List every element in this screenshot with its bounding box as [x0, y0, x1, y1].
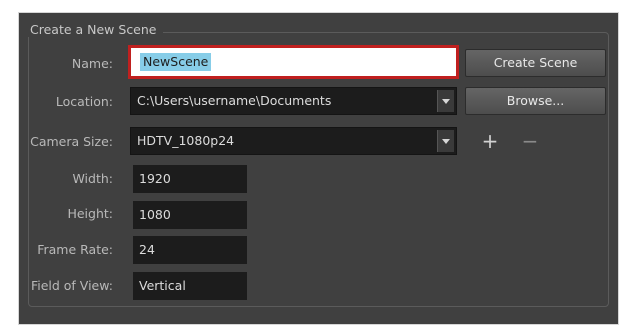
remove-camera-size-icon[interactable]: − — [520, 131, 540, 151]
field-of-view-field[interactable]: Vertical — [133, 272, 247, 300]
group-title: Create a New Scene — [24, 22, 163, 37]
name-field[interactable]: NewScene — [128, 45, 459, 79]
browse-button[interactable]: Browse... — [465, 87, 606, 115]
chevron-down-icon[interactable] — [437, 90, 454, 112]
height-field[interactable]: 1080 — [133, 201, 247, 229]
add-camera-size-icon[interactable]: + — [480, 131, 500, 151]
location-label: Location: — [55, 94, 113, 109]
height-label: Height: — [67, 206, 113, 221]
width-field[interactable]: 1920 — [133, 165, 247, 193]
location-value: C:\Users\username\Documents — [137, 93, 332, 108]
dialog-panel: Create a New Scene Name: NewScene Create… — [18, 12, 619, 325]
camera-size-label: Camera Size: — [30, 134, 113, 149]
name-label: Name: — [71, 56, 113, 71]
name-value: NewScene — [140, 53, 212, 71]
camera-size-value: HDTV_1080p24 — [137, 133, 235, 148]
frame-rate-label: Frame Rate: — [37, 242, 113, 257]
chevron-down-icon[interactable] — [437, 130, 454, 152]
camera-size-combobox[interactable]: HDTV_1080p24 — [130, 127, 457, 155]
create-scene-button[interactable]: Create Scene — [465, 49, 606, 77]
field-of-view-label: Field of View: — [30, 278, 113, 293]
location-combobox[interactable]: C:\Users\username\Documents — [130, 87, 457, 115]
width-label: Width: — [72, 171, 113, 186]
frame-rate-field[interactable]: 24 — [133, 236, 247, 264]
